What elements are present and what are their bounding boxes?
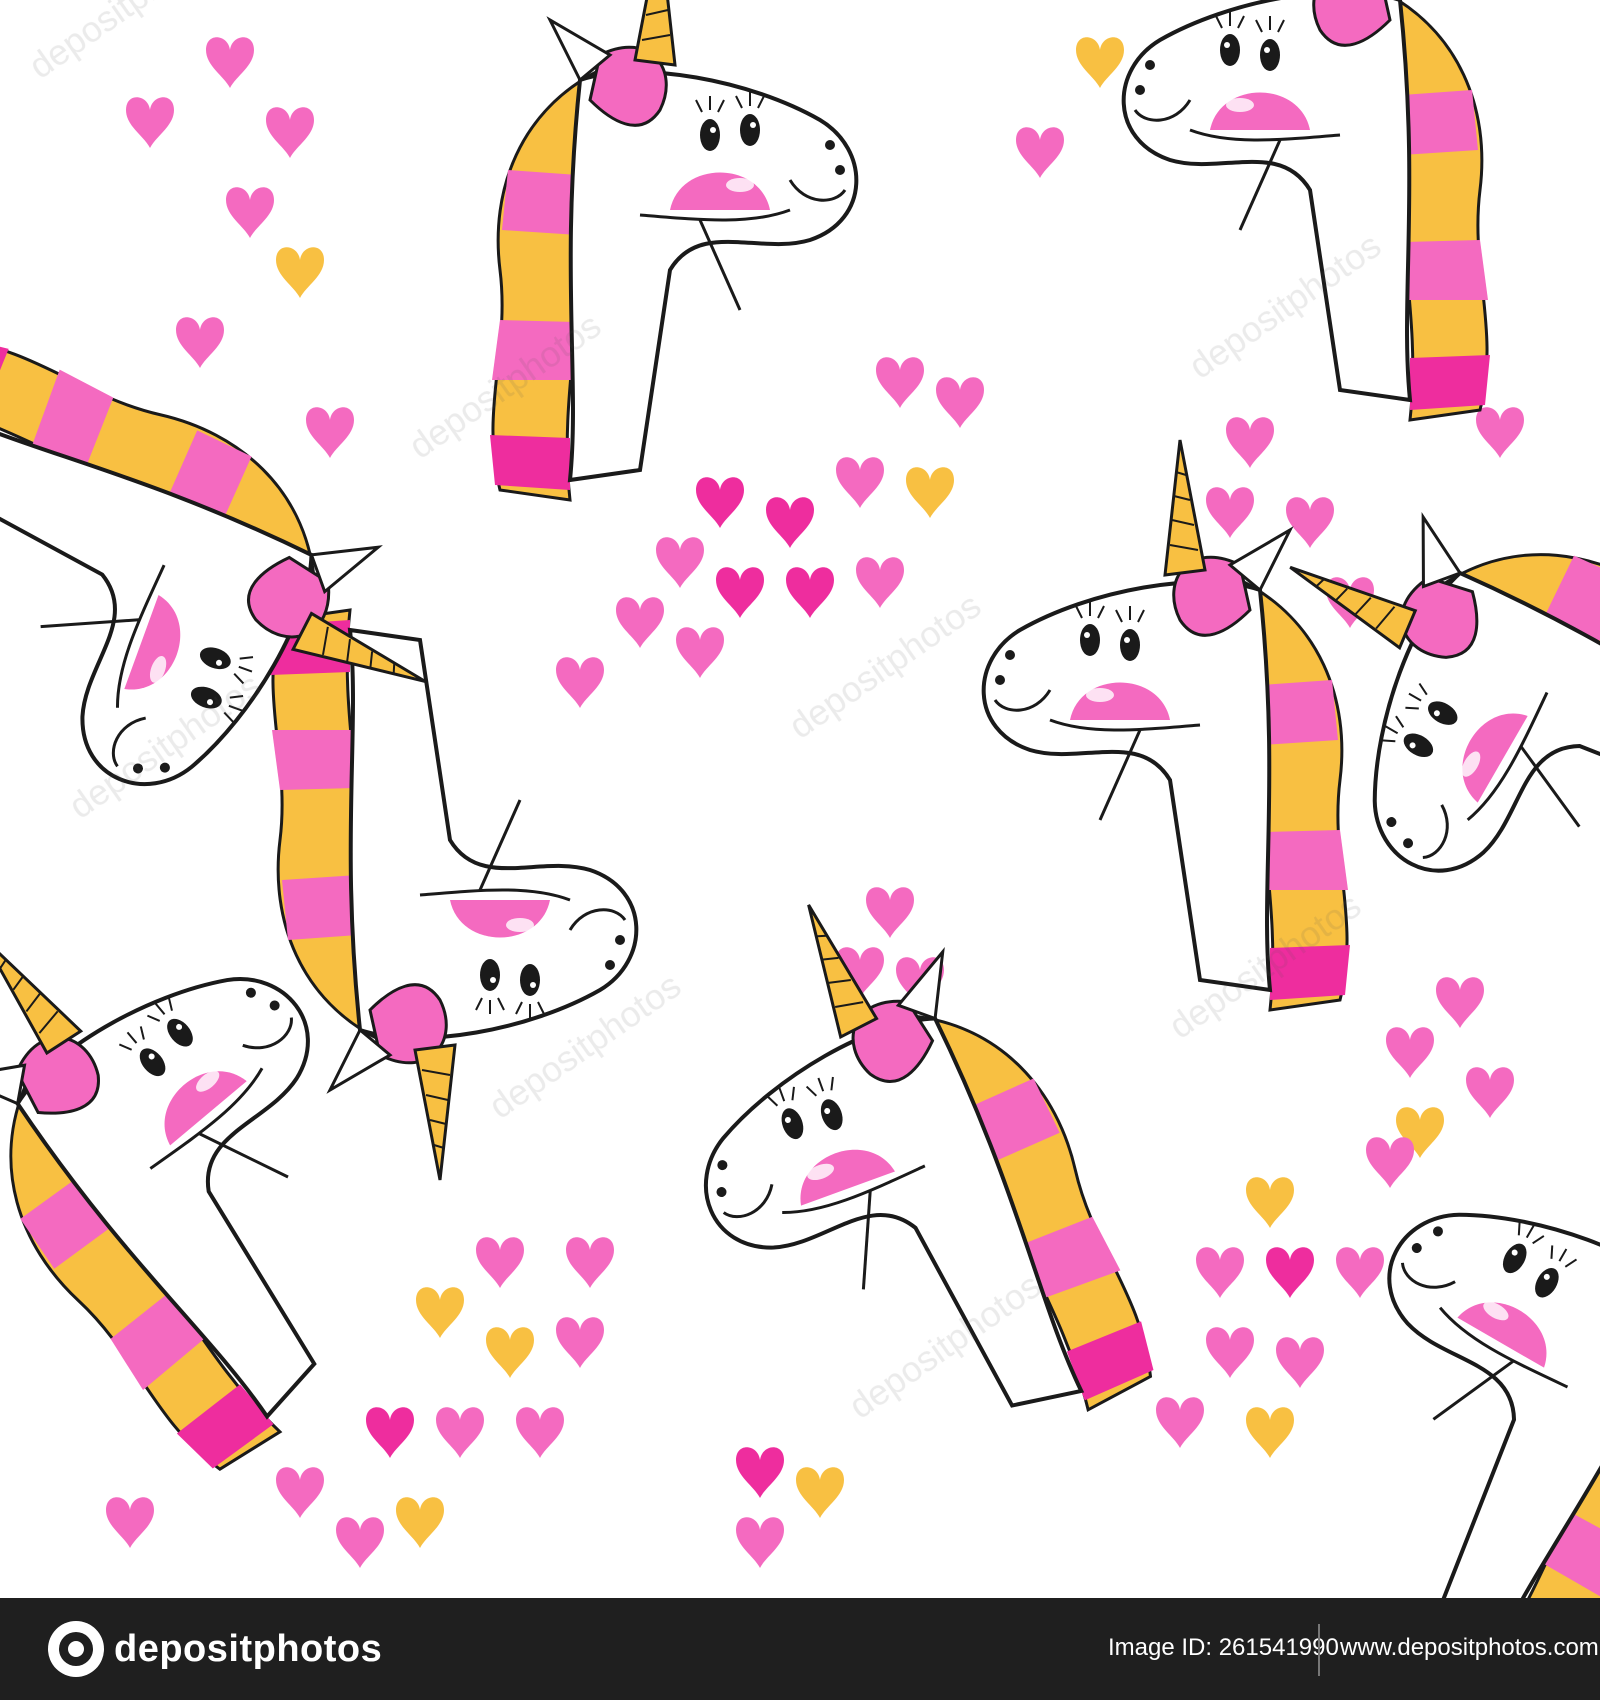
stock-footer-bar: depositphotos Image ID: 261541990 www.de… bbox=[0, 1598, 1600, 1700]
image-id-label: Image ID: 261541990 bbox=[1108, 1634, 1339, 1661]
unicorn-pattern-svg: depositphotos depositphotos depositphoto… bbox=[0, 0, 1600, 1598]
site-url-link[interactable]: www.depositphotos.com bbox=[1340, 1634, 1599, 1662]
unicorn-head-1 bbox=[488, 0, 859, 502]
unicorn-pattern-artwork: depositphotos depositphotos depositphoto… bbox=[0, 0, 1600, 1598]
depositphotos-logo[interactable]: depositphotos bbox=[48, 1620, 382, 1678]
unicorn-head-5 bbox=[622, 844, 1166, 1510]
stock-image-page: depositphotos depositphotos depositphoto… bbox=[0, 0, 1600, 1700]
footer-divider bbox=[1318, 1624, 1320, 1676]
depositphotos-logo-icon bbox=[48, 1621, 104, 1677]
svg-text:depositphotos: depositphotos bbox=[21, 0, 228, 87]
brand-name: depositphotos bbox=[114, 1627, 383, 1670]
unicorn-head-2 bbox=[1121, 0, 1492, 422]
